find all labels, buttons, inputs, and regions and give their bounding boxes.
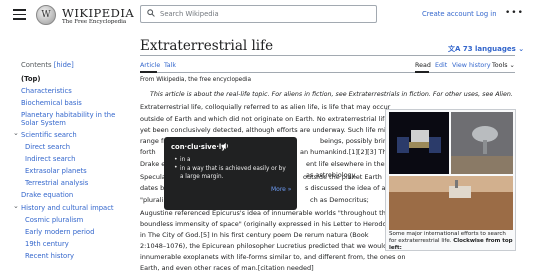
article-line-fragment: ch as Democritus; — [310, 196, 369, 204]
lander-picture — [451, 126, 513, 174]
search-input[interactable] — [160, 6, 370, 21]
sidebar-item[interactable]: (Top) — [21, 75, 40, 83]
chevron-down-icon: ⌄ — [507, 62, 515, 69]
article-line: Drake e — [140, 160, 166, 168]
article-line-fragment: ent life elsewhere in the — [306, 160, 385, 168]
logo-tagline: The Free Encyclopedia — [62, 19, 127, 25]
sidebar-item[interactable]: Characteristics — [21, 87, 72, 95]
more-options-icon[interactable]: ••• — [505, 8, 524, 18]
hide-toc-link[interactable]: [hide] — [54, 61, 74, 69]
mars-surface-image[interactable] — [389, 176, 513, 230]
hatnote: This article is about the real-life topi… — [150, 91, 513, 98]
popup-headword: con·clu·sive·ly — [171, 143, 226, 151]
article-line: forth — [140, 148, 156, 156]
contents-label: Contents — [21, 61, 52, 69]
chevron-down-icon[interactable]: ⌄ — [13, 202, 19, 210]
wikipedia-globe-logo[interactable]: W — [36, 5, 56, 25]
article-line: dates b — [140, 184, 165, 192]
logo-wordmark[interactable]: WIKIPEDIA — [62, 6, 134, 20]
sidebar-item[interactable]: Biochemical basis — [21, 99, 82, 107]
article-line: boundless immensity of space" (originall… — [140, 220, 400, 228]
mars-picture — [389, 176, 513, 230]
sidebar-item[interactable]: Solar System — [21, 119, 66, 127]
language-count: 73 languages — [462, 45, 516, 53]
sidebar-item[interactable]: History and cultural impact — [21, 204, 114, 212]
article-line: Extraterrestrial life, colloquially refe… — [140, 103, 391, 111]
tab-view-history[interactable]: View history — [452, 62, 491, 69]
sidebar-item[interactable]: Scientific search — [21, 131, 77, 139]
sidebar-item[interactable]: Extrasolar planets — [25, 167, 87, 175]
article-line-fragment: an humankind.[1][2][3] The — [300, 148, 391, 156]
dish-image[interactable] — [451, 112, 513, 174]
article-line: Earth, and even other races of man.[cita… — [140, 264, 314, 272]
tab-read-underline — [415, 71, 429, 73]
main-menu-button[interactable] — [13, 9, 26, 20]
bullet-icon: • — [174, 156, 178, 163]
article-line: Specula — [140, 173, 166, 181]
sidebar-item[interactable]: Planetary habitability in the — [21, 111, 115, 119]
contents-heading: Contents [hide] — [21, 61, 74, 69]
bullet-icon: • — [174, 164, 178, 171]
tab-edit[interactable]: Edit — [435, 62, 447, 69]
tab-talk[interactable]: Talk — [164, 62, 176, 69]
tools-label: Tools — [492, 62, 508, 69]
chevron-down-icon[interactable]: ⌄ — [13, 129, 19, 137]
sidebar-item[interactable]: Indirect search — [25, 155, 75, 163]
sidebar-item[interactable]: Drake equation — [21, 191, 73, 199]
image-caption: Some major international efforts to sear… — [389, 231, 514, 252]
telescope-image[interactable] — [389, 112, 449, 174]
tab-article-underline — [140, 71, 157, 73]
speaker-icon[interactable] — [221, 142, 229, 150]
sidebar-item[interactable]: Cosmic pluralism — [25, 216, 83, 224]
from-wikipedia-note: From Wikipedia, the free encyclopedia — [140, 77, 252, 83]
log-in-link[interactable]: Log in — [476, 10, 497, 18]
popup-more-link[interactable]: More » — [271, 186, 291, 193]
article-line: 2:1048–1076), the Epicurean philosopher … — [140, 242, 402, 250]
sidebar-item[interactable]: 19th century — [25, 240, 69, 248]
sidebar-item[interactable]: Recent history — [25, 252, 74, 260]
article-line: innumerable exoplanets with life-forms s… — [140, 253, 406, 261]
article-line: "plurali — [140, 196, 164, 204]
chevron-down-icon: ⌄ — [518, 45, 525, 53]
article-line: Augustine referenced Epicurus's idea of … — [140, 209, 390, 217]
page-title: Extraterrestrial life — [140, 38, 274, 54]
search-icon — [147, 9, 155, 17]
article-line: yet been conclusively detected, although… — [140, 126, 397, 134]
tabs-divider — [140, 72, 515, 73]
tools-menu[interactable]: Tools ⌄ — [492, 62, 515, 69]
language-button[interactable]: 文A 73 languages ⌄ — [448, 44, 524, 54]
create-account-link[interactable]: Create account — [422, 10, 474, 18]
translate-icon: 文A — [448, 45, 461, 53]
sidebar-item[interactable]: Terrestrial analysis — [25, 179, 88, 187]
article-line: outside of Earth and which did not origi… — [140, 115, 403, 123]
telescope-picture — [397, 130, 441, 153]
article-line-fragment: outside the planet Earth — [303, 173, 382, 181]
popup-definition: in a way that is achieved easily or by a… — [180, 166, 286, 181]
article-line: in The City of God.[5] In his first cent… — [140, 231, 369, 239]
tab-read[interactable]: Read — [415, 62, 431, 69]
title-divider — [140, 55, 515, 56]
tab-article[interactable]: Article — [140, 62, 160, 69]
sidebar-item[interactable]: Early modern period — [25, 228, 94, 236]
article-line-fragment: s discussed the idea of a — [305, 184, 386, 192]
sidebar-item[interactable]: Direct search — [25, 143, 70, 151]
popup-part-of-speech: in a — [180, 157, 191, 163]
